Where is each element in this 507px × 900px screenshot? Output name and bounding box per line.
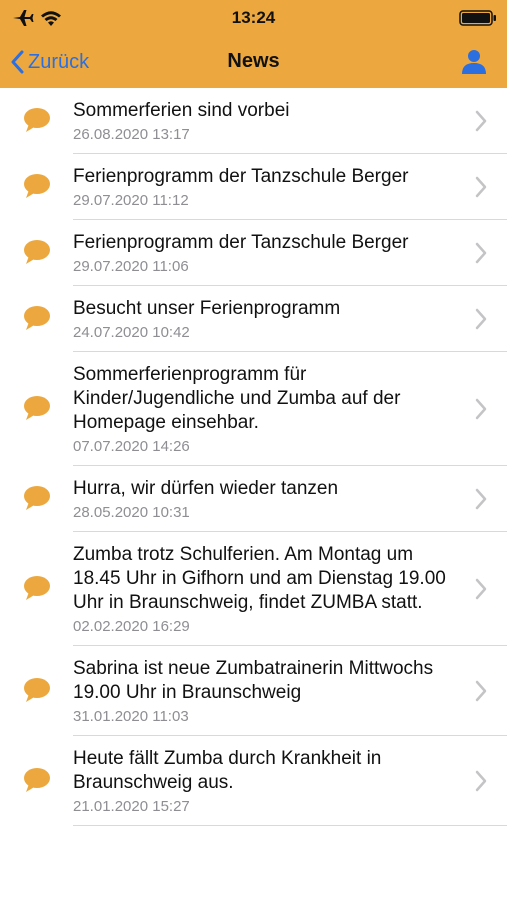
person-icon[interactable] bbox=[459, 49, 489, 75]
news-date: 28.05.2020 10:31 bbox=[73, 504, 190, 521]
news-title: Heute fällt Zumba durch Krankheit in Bra… bbox=[73, 748, 382, 793]
page-title: News bbox=[227, 50, 280, 72]
speech-bubble-icon bbox=[24, 396, 50, 420]
news-date: 24.07.2020 10:42 bbox=[73, 324, 190, 341]
status-time: 13:24 bbox=[231, 8, 276, 27]
news-title: Zumba trotz Schulferien. Am Montag um 18… bbox=[73, 544, 446, 613]
news-title: Sabrina ist neue Zumbatrainerin Mittwoch… bbox=[73, 658, 434, 703]
chevron-right-icon bbox=[475, 488, 487, 510]
app-header: 13:24 Zurück News bbox=[0, 0, 507, 88]
chevron-right-icon bbox=[475, 398, 487, 420]
status-bar: 13:24 bbox=[0, 0, 507, 36]
chevron-right-icon bbox=[475, 770, 487, 792]
news-list-item[interactable]: Sabrina ist neue Zumbatrainerin Mittwoch… bbox=[0, 646, 507, 736]
news-item-content: Besucht unser Ferienprogramm 24.07.2020 1… bbox=[0, 286, 507, 352]
news-date: 31.01.2020 11:03 bbox=[73, 708, 189, 725]
speech-bubble-icon bbox=[24, 576, 50, 600]
news-list-item[interactable]: Sommerferien sind vorbei 26.08.2020 13:17 bbox=[0, 88, 507, 154]
chevron-right-icon bbox=[475, 308, 487, 330]
news-date: 26.08.2020 13:17 bbox=[73, 126, 190, 143]
news-list-item[interactable]: Besucht unser Ferienprogramm 24.07.2020 1… bbox=[0, 286, 507, 352]
chevron-right-icon bbox=[475, 242, 487, 264]
news-date: 29.07.2020 11:12 bbox=[73, 192, 189, 209]
chevron-right-icon bbox=[475, 578, 487, 600]
news-date: 07.07.2020 14:26 bbox=[73, 438, 190, 455]
news-list-item[interactable]: Hurra, wir dürfen wieder tanzen 28.05.202… bbox=[0, 466, 507, 532]
speech-bubble-icon bbox=[24, 240, 50, 264]
news-list-item[interactable]: Ferienprogramm der Tanzschule Berger 29.0… bbox=[0, 154, 507, 220]
news-item-content: Sommerferien sind vorbei 26.08.2020 13:17 bbox=[0, 88, 507, 154]
news-list-item[interactable]: Sommerferienprogramm für Kinder/Jugendli… bbox=[0, 352, 507, 466]
news-item-content: Ferienprogramm der Tanzschule Berger 29.0… bbox=[0, 154, 507, 220]
news-list-item[interactable]: Heute fällt Zumba durch Krankheit in Bra… bbox=[0, 736, 507, 826]
news-title: Ferienprogramm der Tanzschule Berger bbox=[73, 232, 409, 253]
news-title: Ferienprogramm der Tanzschule Berger bbox=[73, 166, 409, 187]
navigation-bar: Zurück News bbox=[0, 36, 507, 88]
chevron-right-icon bbox=[475, 680, 487, 702]
news-date: 21.01.2020 15:27 bbox=[73, 798, 190, 815]
speech-bubble-icon bbox=[24, 678, 50, 702]
news-date: 02.02.2020 16:29 bbox=[73, 618, 190, 635]
news-title: Besucht unser Ferienprogramm bbox=[73, 298, 341, 319]
news-item-content: Hurra, wir dürfen wieder tanzen 28.05.202… bbox=[0, 466, 507, 532]
speech-bubble-icon bbox=[24, 486, 50, 510]
news-item-content: Heute fällt Zumba durch Krankheit in Bra… bbox=[0, 736, 507, 826]
speech-bubble-icon bbox=[24, 108, 50, 132]
news-date: 29.07.2020 11:06 bbox=[73, 258, 189, 275]
row-divider bbox=[73, 825, 507, 826]
news-title: Sommerferien sind vorbei bbox=[73, 100, 290, 121]
news-item-content: Zumba trotz Schulferien. Am Montag um 18… bbox=[0, 532, 507, 646]
news-item-content: Sabrina ist neue Zumbatrainerin Mittwoch… bbox=[0, 646, 507, 736]
chevron-right-icon bbox=[475, 110, 487, 132]
news-item-content: Sommerferienprogramm für Kinder/Jugendli… bbox=[0, 352, 507, 466]
news-list-item[interactable]: Zumba trotz Schulferien. Am Montag um 18… bbox=[0, 532, 507, 646]
speech-bubble-icon bbox=[24, 306, 50, 330]
news-title: Sommerferienprogramm für Kinder/Jugendli… bbox=[73, 364, 401, 433]
speech-bubble-icon bbox=[24, 174, 50, 198]
news-list: Sommerferien sind vorbei 26.08.2020 13:17… bbox=[0, 88, 507, 826]
speech-bubble-icon bbox=[24, 768, 50, 792]
news-item-content: Ferienprogramm der Tanzschule Berger 29.0… bbox=[0, 220, 507, 286]
news-list-item[interactable]: Ferienprogramm der Tanzschule Berger 29.0… bbox=[0, 220, 507, 286]
battery-icon bbox=[459, 10, 496, 26]
news-title: Hurra, wir dürfen wieder tanzen bbox=[73, 478, 339, 499]
chevron-right-icon bbox=[475, 176, 487, 198]
